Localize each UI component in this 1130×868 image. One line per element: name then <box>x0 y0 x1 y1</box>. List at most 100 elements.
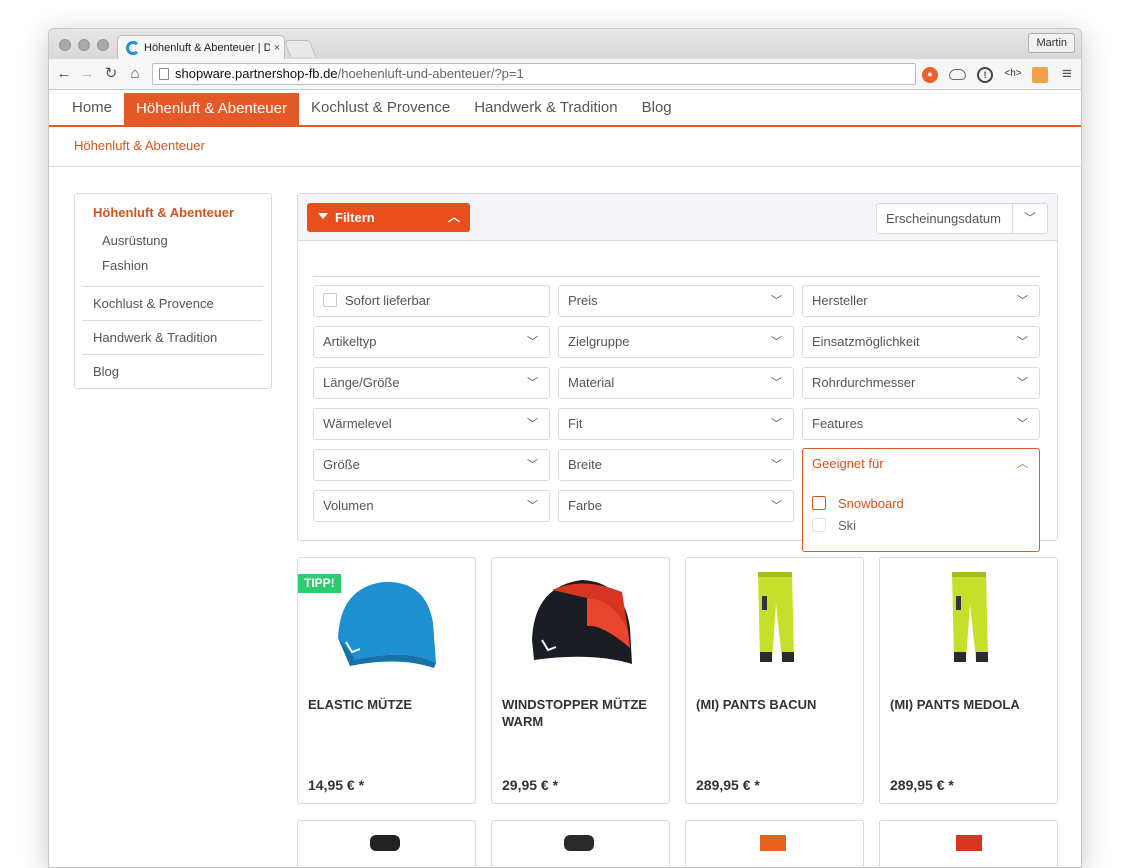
back-icon[interactable]: ← <box>55 65 73 83</box>
black-red-beanie-image[interactable] <box>492 568 669 678</box>
product-name[interactable]: WINDSTOPPER MÜTZE WARM <box>502 696 662 730</box>
chevron-up-icon[interactable]: ︿ <box>1017 449 1028 479</box>
option-ski[interactable]: Ski <box>812 518 856 533</box>
nav-item-kochlust[interactable]: Kochlust & Provence <box>299 91 462 125</box>
filter-label: Hersteller <box>812 293 868 308</box>
chevron-down-icon: ﹀ <box>1017 377 1028 389</box>
filter-einsatzmoeglichkeit[interactable]: Einsatzmöglichkeit ﹀ <box>802 326 1040 358</box>
product-name[interactable]: (MI) PANTS MEDOLA <box>890 696 1050 713</box>
filter-volumen[interactable]: Volumen ﹀ <box>313 490 550 522</box>
nav-item-blog[interactable]: Blog <box>630 91 684 125</box>
filter-laenge-groesse[interactable]: Länge/Größe ﹀ <box>313 367 550 399</box>
filter-panel-header: Filtern ︿ Erscheinungsdatum ﹀ <box>298 194 1057 241</box>
chevron-up-icon: ︿ <box>447 210 460 224</box>
new-tab-button[interactable] <box>283 40 317 57</box>
reload-icon[interactable]: ↻ <box>102 65 120 83</box>
checkbox[interactable] <box>812 518 826 532</box>
product-card[interactable]: (MI) PANTS BACUN 289,95 € * <box>685 557 864 804</box>
product-name[interactable]: ELASTIC MÜTZE <box>308 696 468 713</box>
filter-toggle-button[interactable]: Filtern ︿ <box>307 203 470 232</box>
filter-label: Material <box>568 375 615 390</box>
nav-item-hoehenluft[interactable]: Höhenluft & Abenteuer <box>124 93 299 125</box>
sidebar-item-kochlust[interactable]: Kochlust & Provence <box>82 286 263 320</box>
browser-window: Höhenluft & Abenteuer | Do × Martin ← → … <box>48 28 1082 868</box>
face-extension-icon[interactable] <box>1032 67 1048 83</box>
filter-label: Sofort lieferbar <box>345 293 431 308</box>
filter-rohrdurchmesser[interactable]: Rohrdurchmesser ﹀ <box>802 367 1040 399</box>
yellow-pants-image[interactable] <box>686 568 863 678</box>
home-icon[interactable]: ⌂ <box>126 65 144 83</box>
divider <box>313 276 1040 277</box>
sidebar-subitem-ausruestung[interactable]: Ausrüstung <box>102 233 168 248</box>
product-card[interactable]: TIPP! ELASTIC MÜTZE 14,95 € * <box>297 557 476 804</box>
filter-groesse[interactable]: Größe ﹀ <box>313 449 550 481</box>
chrome-menu-icon[interactable]: ≡ <box>1058 65 1076 83</box>
cloud-extension-icon[interactable] <box>949 69 966 80</box>
info-extension-icon[interactable]: ! <box>977 67 993 83</box>
filter-waermelevel[interactable]: Wärmelevel ﹀ <box>313 408 550 440</box>
filter-breite[interactable]: Breite ﹀ <box>558 449 794 481</box>
filter-label: Zielgruppe <box>568 334 630 349</box>
profile-button[interactable]: Martin <box>1028 33 1075 53</box>
product-card[interactable] <box>297 820 476 867</box>
zoom-window-button[interactable] <box>97 39 109 51</box>
address-bar[interactable]: shopware.partnershop-fb.de/hoehenluft-un… <box>152 63 916 85</box>
product-card[interactable] <box>685 820 864 867</box>
filter-artikeltyp[interactable]: Artikeltyp ﹀ <box>313 326 550 358</box>
filter-farbe[interactable]: Farbe ﹀ <box>558 490 794 522</box>
option-label: Snowboard <box>838 496 904 511</box>
chevron-down-icon: ﹀ <box>771 500 782 512</box>
nav-item-handwerk[interactable]: Handwerk & Tradition <box>462 91 629 125</box>
product-card[interactable]: (MI) PANTS MEDOLA 289,95 € * <box>879 557 1058 804</box>
option-snowboard[interactable]: Snowboard <box>812 496 904 511</box>
sidebar-item-hoehenluft[interactable]: Höhenluft & Abenteuer <box>93 205 234 220</box>
filter-geeignet-fuer-dropdown[interactable]: Geeignet für ︿ Snowboard Ski <box>802 448 1040 552</box>
sidebar-item-handwerk[interactable]: Handwerk & Tradition <box>82 320 263 354</box>
shopware-favicon-icon <box>126 41 140 55</box>
close-tab-icon[interactable]: × <box>270 42 284 54</box>
chevron-down-icon: ﹀ <box>527 377 538 389</box>
checkbox[interactable] <box>812 496 826 510</box>
chevron-down-icon: ﹀ <box>771 295 782 307</box>
shop-page: Home Höhenluft & Abenteuer Kochlust & Pr… <box>49 91 1081 167</box>
yellow-pants-image[interactable] <box>880 568 1057 678</box>
sort-select[interactable]: Erscheinungsdatum ﹀ <box>876 203 1048 234</box>
filter-label: Einsatzmöglichkeit <box>812 334 920 349</box>
filter-label: Features <box>812 416 864 431</box>
forward-icon[interactable]: → <box>78 65 96 83</box>
product-price: 289,95 € * <box>890 777 954 793</box>
product-card[interactable] <box>491 820 670 867</box>
filter-sofort-lieferbar[interactable]: Sofort lieferbar <box>313 285 550 317</box>
tipp-badge: TIPP! <box>298 574 341 593</box>
filter-label: Volumen <box>323 498 374 513</box>
filter-hersteller[interactable]: Hersteller ﹀ <box>802 285 1040 317</box>
filter-material[interactable]: Material ﹀ <box>558 367 794 399</box>
sidebar-subitem-fashion[interactable]: Fashion <box>102 258 148 273</box>
page-icon <box>159 68 169 80</box>
product-price: 289,95 € * <box>696 777 760 793</box>
filter-preis[interactable]: Preis ﹀ <box>558 285 794 317</box>
nav-item-home[interactable]: Home <box>60 91 124 125</box>
chevron-down-icon: ﹀ <box>1017 418 1028 430</box>
product-card[interactable] <box>879 820 1058 867</box>
filter-features[interactable]: Features ﹀ <box>802 408 1040 440</box>
checkbox[interactable] <box>323 293 337 307</box>
filter-zielgruppe[interactable]: Zielgruppe ﹀ <box>558 326 794 358</box>
category-sidebar: Höhenluft & Abenteuer Ausrüstung Fashion… <box>74 193 272 389</box>
chevron-down-icon: ﹀ <box>1017 336 1028 348</box>
breadcrumb[interactable]: Höhenluft & Abenteuer <box>49 127 1081 167</box>
chevron-down-icon[interactable]: ﹀ <box>1012 204 1047 233</box>
minimize-window-button[interactable] <box>78 39 90 51</box>
filter-label: Preis <box>568 293 598 308</box>
product-card[interactable]: WINDSTOPPER MÜTZE WARM 29,95 € * <box>491 557 670 804</box>
close-window-button[interactable] <box>59 39 71 51</box>
browser-tab[interactable]: Höhenluft & Abenteuer | Do × <box>117 35 285 60</box>
sidebar-item-blog[interactable]: Blog <box>82 354 263 388</box>
filter-fit[interactable]: Fit ﹀ <box>558 408 794 440</box>
brave-extension-icon[interactable]: ● <box>922 67 938 83</box>
filter-label: Wärmelevel <box>323 416 392 431</box>
url-path: /hoehenluft-und-abenteuer/?p=1 <box>337 66 524 81</box>
html-extension-icon[interactable]: <h> <box>1003 67 1023 83</box>
tab-strip: Höhenluft & Abenteuer | Do × Martin <box>49 29 1081 60</box>
product-name[interactable]: (MI) PANTS BACUN <box>696 696 856 713</box>
